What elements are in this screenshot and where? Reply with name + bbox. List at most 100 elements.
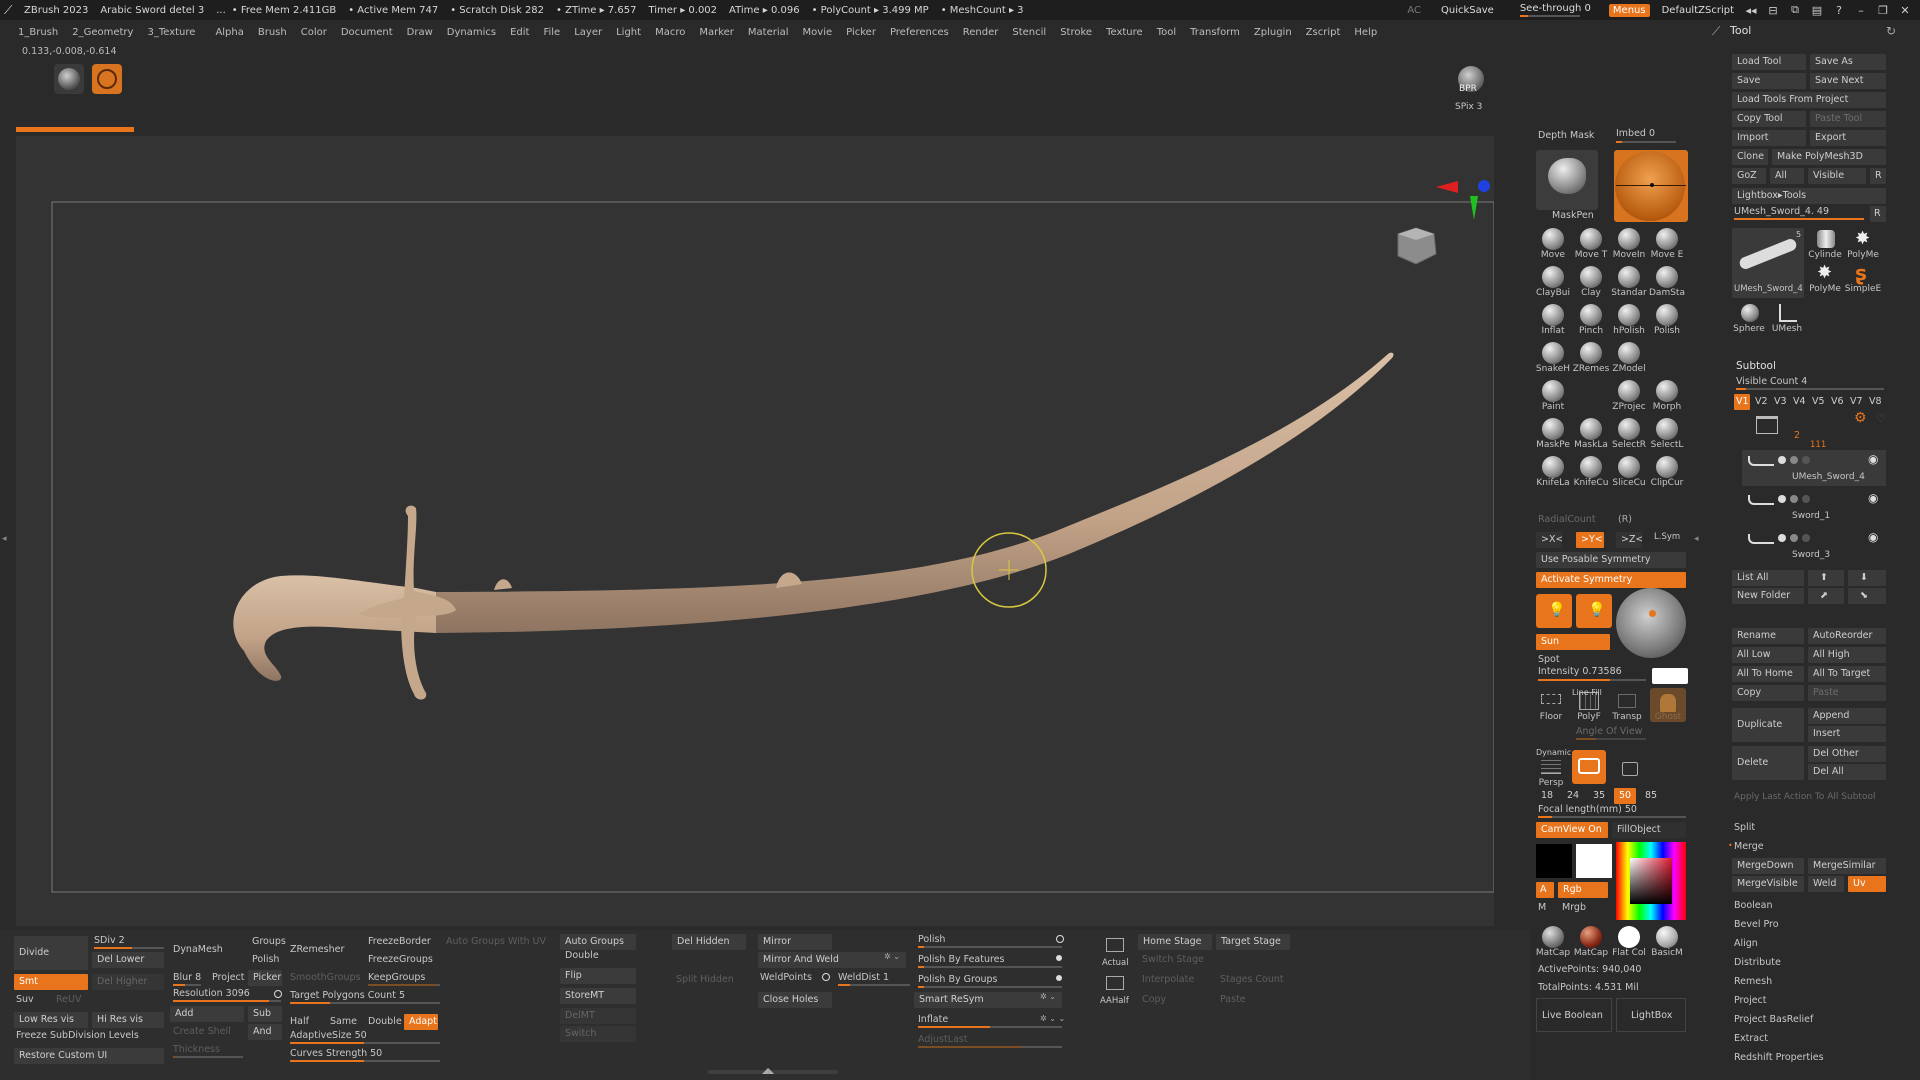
lightbox-tools-button[interactable]: Lightbox▸Tools	[1732, 188, 1886, 204]
menu-preferences[interactable]: Preferences	[890, 27, 949, 38]
list-all-button[interactable]: List All	[1732, 570, 1804, 586]
copy-stage-button[interactable]: Copy	[1142, 994, 1166, 1005]
menu-alpha[interactable]: Alpha	[215, 27, 243, 38]
delete-button[interactable]: Delete	[1732, 746, 1804, 780]
polish-by-features-slider[interactable]: Polish By Features	[918, 954, 1004, 965]
brush-claybui[interactable]: ClayBui	[1536, 264, 1570, 298]
duplicate-button[interactable]: Duplicate	[1732, 708, 1804, 742]
freezegroups-button[interactable]: FreezeGroups	[368, 954, 433, 965]
submenu-boolean[interactable]: Boolean	[1734, 900, 1772, 911]
thickness-slider[interactable]: Thickness	[173, 1044, 220, 1055]
visible-count-slider[interactable]: Visible Count 4	[1736, 376, 1807, 387]
right-tray-handle[interactable]: ◂	[1694, 490, 1700, 590]
brush-empty[interactable]	[1574, 378, 1608, 412]
mergedown-button[interactable]: MergeDown	[1732, 858, 1804, 874]
brush-zprojec[interactable]: ZProjec	[1612, 378, 1646, 412]
home-stage-button[interactable]: Home Stage	[1138, 934, 1212, 950]
tool-tile-cylinde[interactable]: Cylinde	[1808, 228, 1842, 262]
radial-count-label[interactable]: RadialCount	[1538, 514, 1596, 525]
delmt-button[interactable]: DelMT	[560, 1008, 636, 1024]
tool-btn-load-tools-from-project[interactable]: Load Tools From Project	[1732, 92, 1886, 108]
storemt-button[interactable]: StoreMT	[560, 988, 636, 1004]
angle-of-view-label[interactable]: Angle Of View	[1576, 726, 1642, 737]
submenu-project-basrelief[interactable]: Project BasRelief	[1734, 1014, 1813, 1025]
subtool-all-low-button[interactable]: All Low	[1732, 647, 1804, 663]
brush-inflat[interactable]: Inflat	[1536, 302, 1570, 336]
subtool-toggle-icon[interactable]	[1778, 534, 1786, 542]
version-v4-button[interactable]: V4	[1791, 394, 1807, 410]
menu-movie[interactable]: Movie	[803, 27, 833, 38]
subtool-toggle-icon[interactable]	[1778, 495, 1786, 503]
menu-light[interactable]: Light	[616, 27, 641, 38]
brush-selectr[interactable]: SelectR	[1612, 416, 1646, 450]
brush-move-t[interactable]: Move T	[1574, 226, 1608, 260]
polish-by-groups-slider[interactable]: Polish By Groups	[918, 974, 998, 985]
adjust-last-slider[interactable]: AdjustLast	[918, 1034, 968, 1045]
default-zscript-button[interactable]: DefaultZScript	[1662, 5, 1734, 16]
move-down-button[interactable]: ⬇	[1848, 570, 1886, 586]
tool-tile-simplee[interactable]: ʂ SimpleE	[1845, 262, 1881, 296]
tool-btn-clone[interactable]: Clone	[1732, 149, 1768, 165]
a-button[interactable]: A	[1536, 882, 1554, 898]
focal-50-button[interactable]: 50	[1614, 788, 1636, 804]
weldpoints-button[interactable]: WeldPoints	[760, 972, 812, 983]
curves-strength-slider[interactable]: Curves Strength 50	[290, 1048, 382, 1059]
light-bulb-1-button[interactable]: 💡	[1536, 594, 1572, 628]
brush-snakeh[interactable]: SnakeH	[1536, 340, 1570, 374]
viewport[interactable]	[16, 136, 1494, 926]
tool-tile-umesh[interactable]: UMesh	[1770, 302, 1804, 336]
brush-hpolish[interactable]: hPolish	[1612, 302, 1646, 336]
suv-button[interactable]: Suv	[16, 994, 34, 1005]
and-button[interactable]: And	[248, 1024, 282, 1040]
insert-button[interactable]: Insert	[1808, 726, 1886, 742]
brush-selectl[interactable]: SelectL	[1650, 416, 1684, 450]
use-posable-symmetry-button[interactable]: Use Posable Symmetry	[1536, 552, 1686, 568]
depth-mask-label[interactable]: Depth Mask	[1538, 130, 1594, 141]
subtool-all-to-home-button[interactable]: All To Home	[1732, 666, 1804, 682]
version-v1-button[interactable]: V1	[1734, 394, 1750, 410]
divide-button[interactable]: Divide	[14, 936, 88, 970]
freeze-subdivision-button[interactable]: Freeze SubDivision Levels	[16, 1030, 139, 1041]
radial-r-label[interactable]: (R)	[1618, 514, 1632, 525]
picker-button[interactable]: Picker	[248, 970, 282, 986]
del-higher-button[interactable]: Del Higher	[92, 974, 164, 990]
tool-tile-sphere[interactable]: Sphere	[1732, 302, 1766, 336]
tool-btn-all[interactable]: All	[1770, 168, 1804, 184]
ui-layout-icon[interactable]: ⊟	[1762, 4, 1784, 17]
add-button[interactable]: Add	[170, 1006, 244, 1022]
eye-icon[interactable]: ◉	[1868, 530, 1878, 544]
menu-2-geometry[interactable]: 2_Geometry	[72, 27, 133, 38]
material-toggle-button[interactable]	[92, 64, 122, 94]
subtool-toggle-icon[interactable]	[1802, 456, 1810, 464]
camview-on-button[interactable]: CamView On	[1536, 822, 1608, 838]
tool-btn-save-as[interactable]: Save As	[1810, 54, 1886, 70]
switch-stage-button[interactable]: Switch Stage	[1142, 954, 1204, 965]
activate-symmetry-button[interactable]: Activate Symmetry	[1536, 572, 1686, 588]
lsym-button[interactable]: L.Sym	[1654, 532, 1680, 542]
brush-morph[interactable]: Morph	[1650, 378, 1684, 412]
sdiv-slider[interactable]: SDiv 2	[94, 935, 125, 946]
menu-1-brush[interactable]: 1_Brush	[18, 27, 58, 38]
del-lower-button[interactable]: Del Lower	[92, 952, 164, 968]
menu-tool[interactable]: Tool	[1157, 27, 1176, 38]
auto-groups-uv-button[interactable]: Auto Groups With UV	[446, 936, 546, 947]
material-3-button[interactable]: BasicM	[1650, 924, 1684, 958]
subtool-all-high-button[interactable]: All High	[1808, 647, 1886, 663]
focal-length-slider[interactable]: Focal length(mm) 50	[1538, 804, 1637, 815]
new-folder-button[interactable]: New Folder	[1732, 588, 1804, 604]
version-v5-button[interactable]: V5	[1810, 394, 1826, 410]
resym-axis-icon[interactable]: ✲ ⌄	[1040, 992, 1056, 1001]
subtool-rename-button[interactable]: Rename	[1732, 628, 1804, 644]
zremesher-button[interactable]: ZRemesher	[290, 944, 344, 955]
submenu-project[interactable]: Project	[1734, 995, 1767, 1006]
polish-groups-dot[interactable]	[1056, 975, 1062, 981]
sun-button[interactable]: Sun	[1536, 634, 1610, 650]
adaptive-size-slider[interactable]: AdaptiveSize 50	[290, 1030, 367, 1041]
brush-maskla[interactable]: MaskLa	[1574, 416, 1608, 450]
sym-z-button[interactable]: >Z<	[1616, 532, 1642, 548]
tool-btn-export[interactable]: Export	[1810, 130, 1886, 146]
inflate-axis-icon[interactable]: ✲ ⌄ ⌄	[1040, 1014, 1065, 1023]
version-v3-button[interactable]: V3	[1772, 394, 1788, 410]
subtool-toggle-icon[interactable]	[1790, 534, 1798, 542]
del-all-button[interactable]: Del All	[1808, 764, 1886, 780]
